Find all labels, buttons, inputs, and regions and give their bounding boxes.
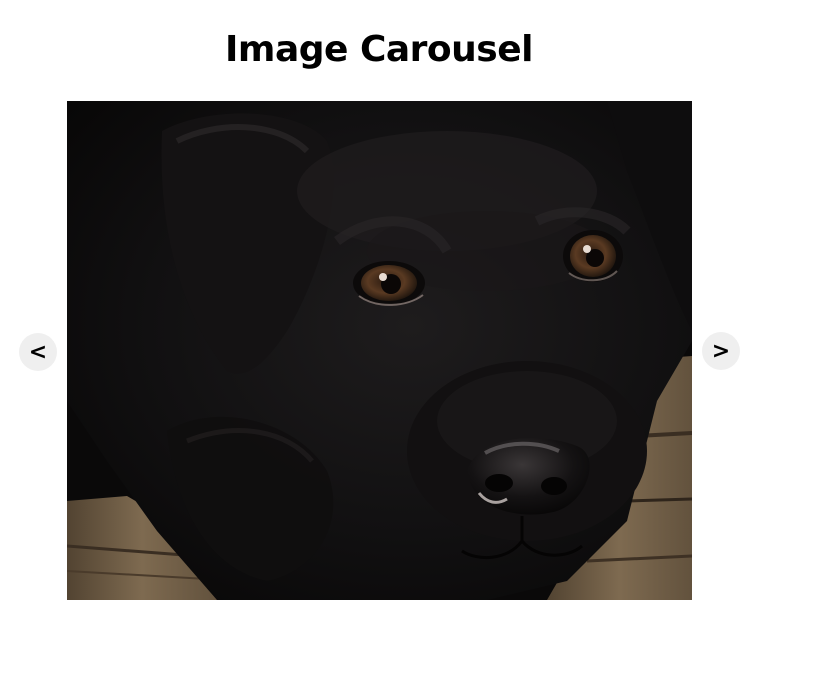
page: Image Carousel < > <box>0 0 822 673</box>
image-carousel: < > <box>0 0 822 673</box>
prev-button[interactable]: < <box>19 333 57 371</box>
carousel-image <box>67 101 692 600</box>
next-button[interactable]: > <box>702 332 740 370</box>
puppy-photo <box>67 101 692 600</box>
